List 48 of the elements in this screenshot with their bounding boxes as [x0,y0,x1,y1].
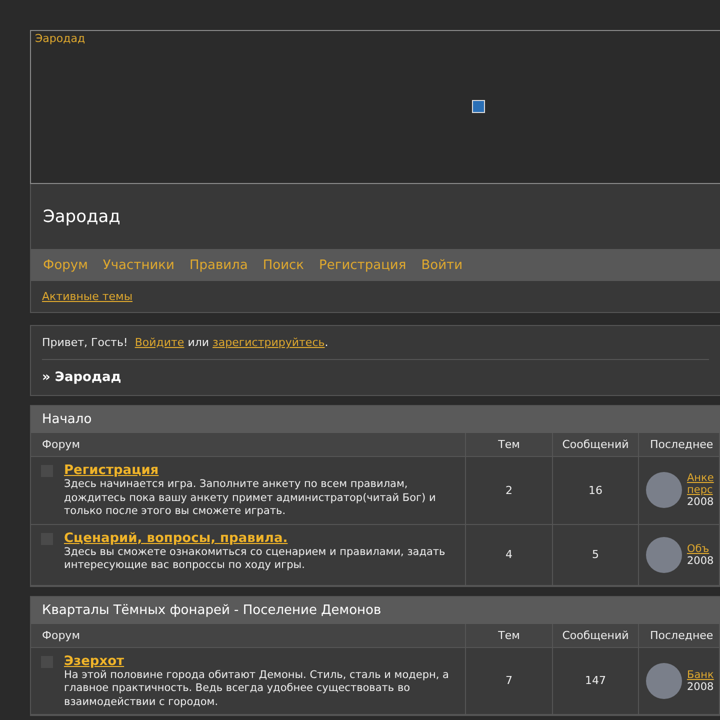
last-post-date: 2008 [687,496,714,508]
nav-link[interactable]: Регистрация [319,258,406,272]
column-header: Сообщений [553,624,639,648]
forum-link[interactable]: Регистрация [64,463,455,478]
topics-count: 4 [466,524,553,586]
register-link[interactable]: зарегистрируйтесь [212,336,325,349]
posts-count: 5 [553,524,639,586]
posts-count: 16 [553,457,639,524]
column-header: Последнее [639,433,720,457]
nav-link[interactable]: Участники [102,258,174,272]
avatar-placeholder [646,536,682,572]
forum-link[interactable]: Сценарий, вопросы, правила. [64,530,455,546]
nav-link[interactable]: Поиск [262,258,304,272]
login-link[interactable]: Войдите [134,336,184,349]
site-title: Эародад [43,206,120,226]
posts-count: 147 [553,648,639,715]
category-title: Кварталы Тёмных фонарей - Поселение Демонов [31,596,720,624]
column-header: Сообщений [553,433,639,457]
last-post-date: 2008 [687,680,714,693]
last-post-link[interactable]: перс [687,484,714,496]
last-post-link[interactable]: Анке [687,472,714,484]
or-text: или [186,336,210,349]
forum-description: Здесь начинается игра. Заполните анкету по всем правилам, дождитесь пока вашу анкету примет администратор(читай Бог) и только после этого вы сможете играть. [64,478,437,518]
column-header: Последнее [639,624,720,648]
last-post-link[interactable]: Объ [687,542,714,554]
last-post-date: 2008 [687,554,714,566]
active-topics-link[interactable]: Активные темы [42,290,133,303]
last-post-link[interactable]: Банк [687,668,714,681]
banner-alt-text: Эародад [35,32,86,45]
avatar-placeholder [646,472,682,508]
category-title: Начало [31,406,720,433]
nav-link[interactable]: Форум [43,258,88,272]
column-header: Форум [31,433,466,457]
column-header: Тем [466,433,553,457]
broken-image-icon [472,100,485,113]
forum-link[interactable]: Эзерхот [64,654,455,668]
column-header: Форум [31,624,466,648]
forum-description: Здесь вы сможете ознакомиться со сценарием и правилами, задать интересующие вас вопроссы по ходу игры. [64,546,446,572]
period-text: . [324,336,328,349]
forum-description: На этой половине города обитают Демоны. Стиль, сталь и модерн, а главное практичность. Ведь всегда удобнее существовать во взаимодействии с городом. [64,668,450,709]
topics-count: 7 [466,648,553,715]
column-header: Тем [466,624,553,648]
breadcrumb: » Эародад [42,369,122,387]
nav-link[interactable]: Правила [189,258,248,272]
nav-link[interactable]: Войти [421,258,463,272]
avatar-placeholder [646,662,682,699]
topics-count: 2 [466,457,553,524]
greeting-text: Привет, Гость! [42,336,129,349]
